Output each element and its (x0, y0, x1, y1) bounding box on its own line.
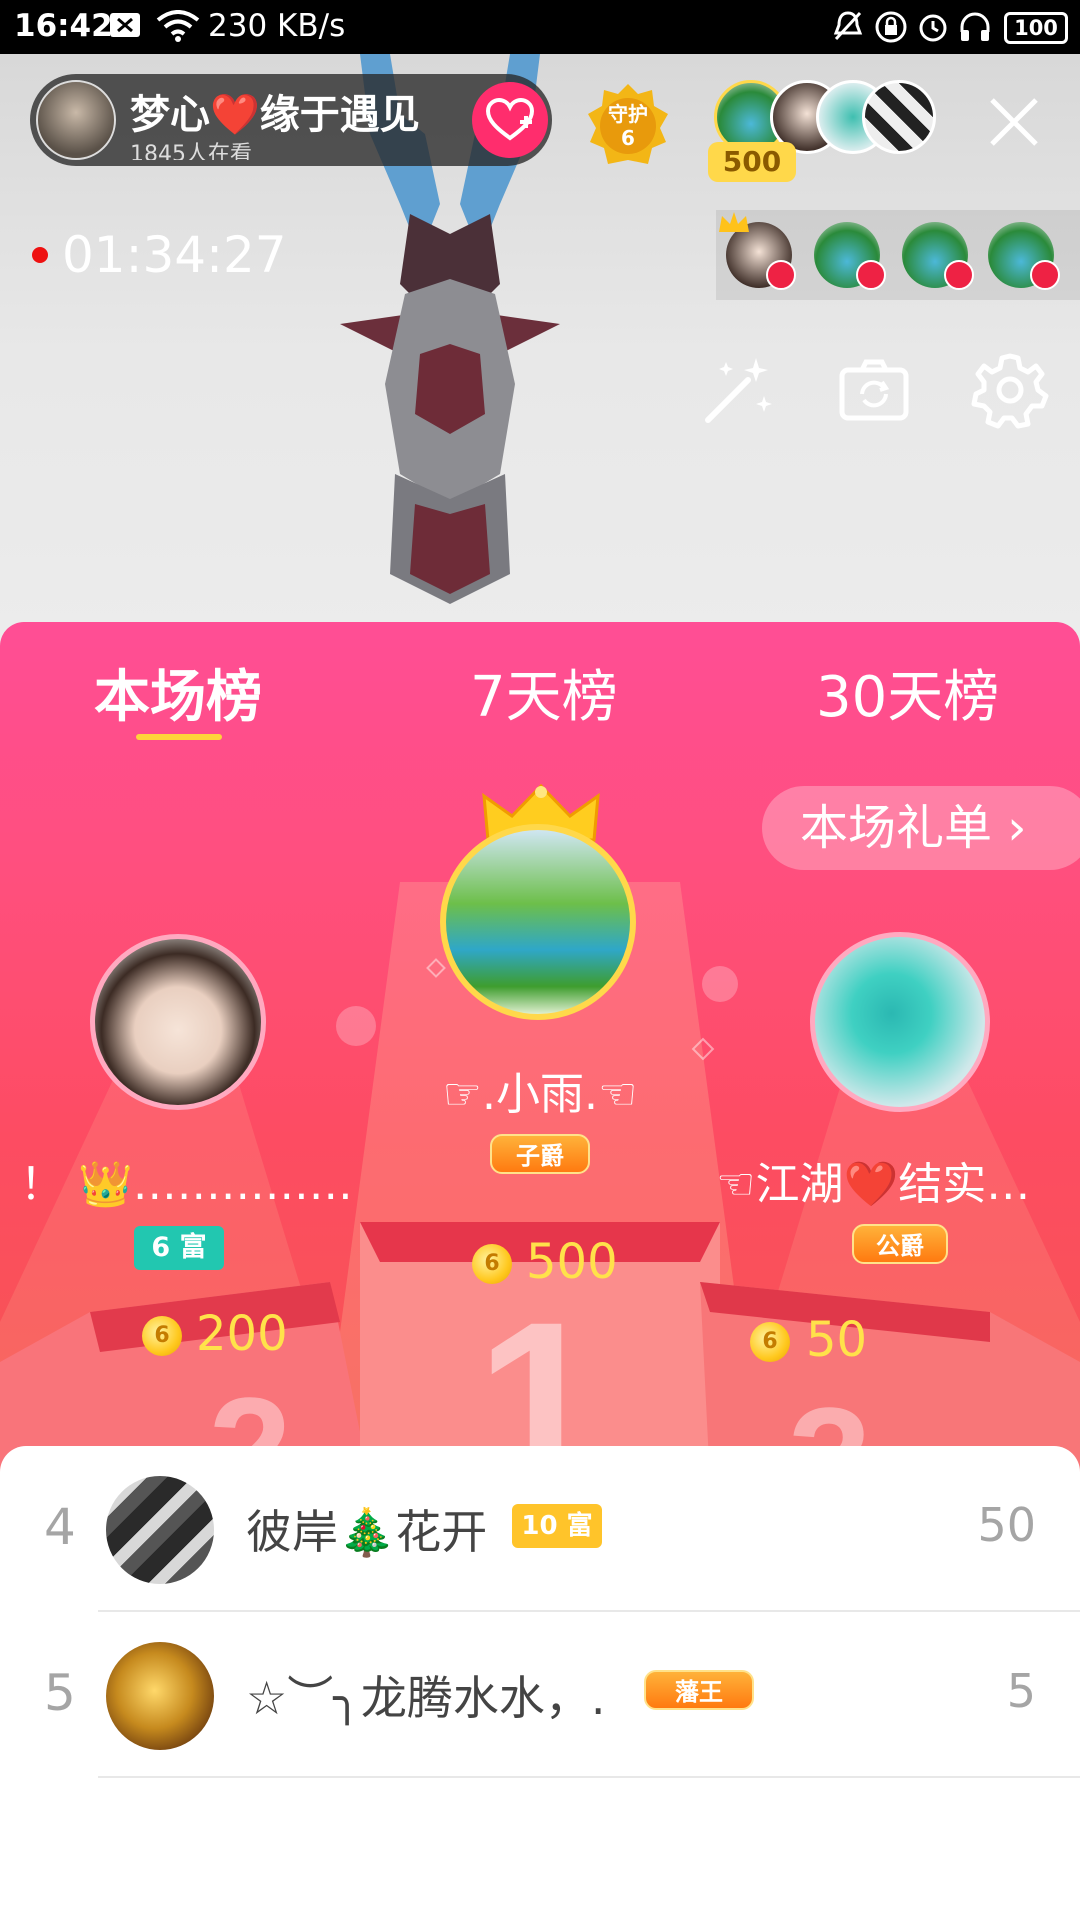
rank-2-amount: 200 (196, 1306, 288, 1362)
seat-badge-icon (856, 260, 886, 290)
rank-2-avatar[interactable] (90, 934, 266, 1110)
list-avatar[interactable] (106, 1642, 214, 1750)
wifi-icon (156, 10, 200, 42)
co-host-seats (716, 210, 1080, 300)
heart-plus-icon (486, 98, 534, 141)
rank-1-avatar[interactable] (440, 824, 636, 1020)
flip-camera-icon[interactable] (834, 350, 914, 430)
tab-this-session[interactable]: 本场榜 (94, 652, 262, 733)
divider (98, 1776, 1080, 1778)
coin-icon: 6 (750, 1322, 790, 1362)
host-avatar[interactable] (36, 80, 116, 160)
list-item[interactable]: 5 ☆︶╮龙腾水水，. 藩王 5 (0, 1612, 1080, 1778)
ranking-panel: 1 2 3 本场榜 7天榜 30天榜 本场礼单 › ☞.小雨.☜ 子爵 6 50… (0, 622, 1080, 1482)
crown-icon (719, 212, 749, 232)
ranking-list: 4 彼岸🎄花开 10 富 50 5 ☆︶╮龙腾水水，. 藩王 5 (0, 1446, 1080, 1920)
rank-number: 4 (44, 1498, 76, 1556)
live-duration: 01:34:27 (62, 226, 287, 284)
image-icon (110, 13, 140, 37)
tab-7-days[interactable]: 7天榜 (470, 652, 618, 733)
rank-1-amount: 500 (526, 1234, 618, 1290)
seat-badge-icon (1030, 260, 1060, 290)
battery-icon: 100 (1004, 12, 1068, 44)
rank-1-name: ☞.小雨.☜ (442, 1069, 638, 1120)
rank-2-wealth-badge: 6 富 (134, 1226, 224, 1270)
lock-rotation-icon (875, 11, 907, 43)
mute-icon (833, 11, 863, 41)
alarm-icon (919, 14, 947, 42)
list-item[interactable]: 4 彼岸🎄花开 10 富 50 (0, 1446, 1080, 1612)
headphones-icon (960, 12, 990, 41)
viewer-total-badge: 500 (708, 142, 796, 182)
host-info-pill[interactable]: 梦心❤️缘于遇见 1845人在看 (30, 74, 552, 166)
gift-list-button[interactable]: 本场礼单 › (762, 786, 1080, 870)
tab-indicator (136, 734, 222, 740)
rank-3-avatar[interactable] (810, 932, 990, 1112)
noble-badge: 藩王 (644, 1670, 754, 1710)
follow-button[interactable] (472, 82, 548, 158)
rank-3-amount: 50 (806, 1312, 868, 1368)
net-speed: 230 KB/s (208, 8, 346, 44)
seat-badge-icon (944, 260, 974, 290)
rank-3-name: ☜江湖❤️结实… (716, 1159, 1031, 1210)
live-indicator-dot (32, 247, 48, 263)
rank-number: 5 (44, 1664, 76, 1722)
coin-icon: 6 (472, 1244, 512, 1284)
guard-label: 守护 (608, 102, 648, 126)
list-name: 彼岸🎄花开 (246, 1505, 488, 1559)
close-icon[interactable] (986, 94, 1042, 150)
viewer-count: 1845人在看 (130, 142, 252, 160)
status-bar: 16:42 230 KB/s 100 (0, 0, 1080, 54)
host-name: 梦心❤️缘于遇见 (130, 92, 420, 138)
status-time: 16:42 (14, 8, 113, 44)
list-value: 5 (1006, 1664, 1036, 1718)
settings-icon[interactable] (970, 350, 1050, 430)
coin-icon: 6 (142, 1316, 182, 1356)
seat-badge-icon (766, 260, 796, 290)
guard-count: 6 (621, 126, 635, 150)
rank-1-noble-badge: 子爵 (490, 1134, 590, 1174)
list-value: 50 (977, 1498, 1036, 1552)
viewer-avatar[interactable] (862, 80, 936, 154)
magic-wand-icon[interactable] (698, 350, 778, 430)
rank-2-name: ！ 👑…………… (20, 1159, 353, 1210)
list-avatar[interactable] (106, 1476, 214, 1584)
tab-30-days[interactable]: 30天榜 (816, 652, 999, 733)
list-name: ☆︶╮龙腾水水，. (246, 1671, 606, 1725)
rank-3-noble-badge: 公爵 (852, 1224, 948, 1264)
guard-badge: 守护 6 (600, 102, 656, 150)
wealth-level-badge: 10 富 (512, 1504, 602, 1548)
